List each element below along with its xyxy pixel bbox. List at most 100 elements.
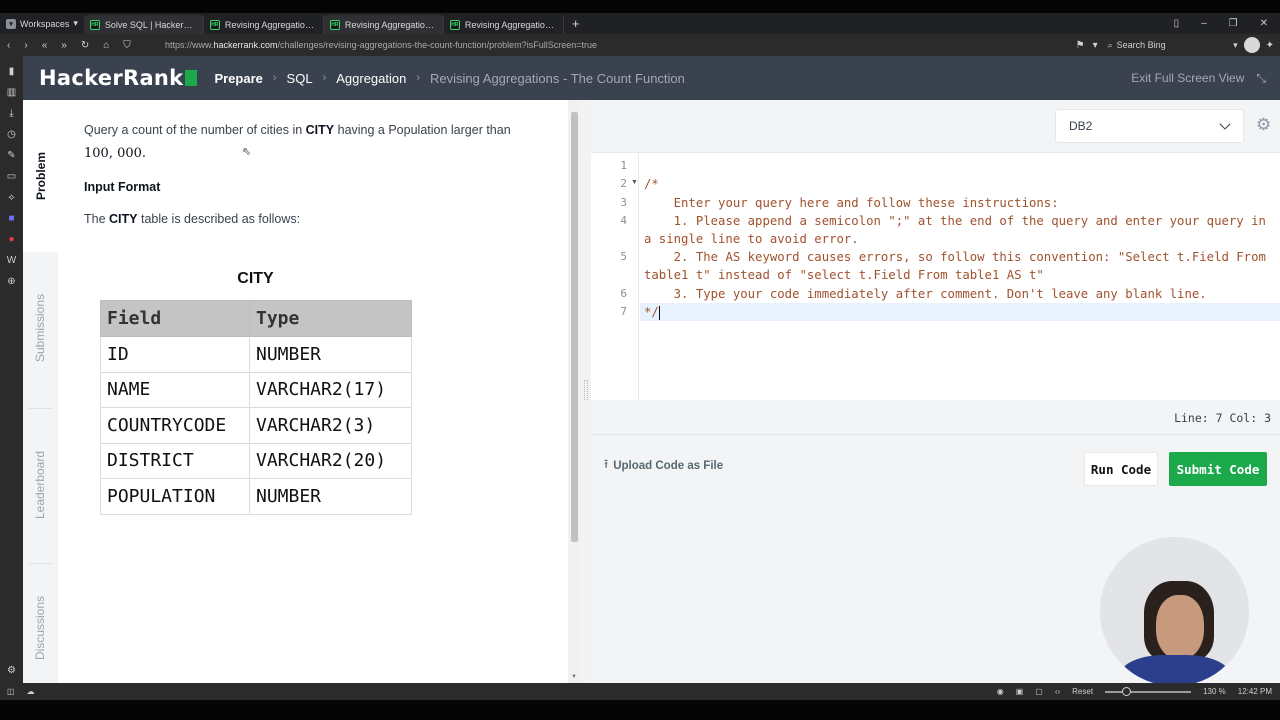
city-schema-table: Field Type ID NUMBER NAME VARCHAR2(17) C… xyxy=(100,300,412,515)
text-cursor xyxy=(658,305,660,320)
mastodon-icon[interactable]: ■ xyxy=(6,213,18,225)
logo-square xyxy=(185,70,198,86)
problem-scrollbar[interactable]: ▼ xyxy=(568,100,581,683)
field-cell: NAME xyxy=(100,371,250,408)
tab-problem-active[interactable]: Problem xyxy=(23,100,58,252)
chevron-down-icon xyxy=(1219,118,1231,130)
tab-submissions-link[interactable]: Submissions xyxy=(23,258,58,398)
skip-forward-icon[interactable]: » xyxy=(61,40,67,51)
url-field[interactable]: https://www.hackerrank.com/challenges/re… xyxy=(165,40,1076,50)
workspaces-button[interactable]: ▾ Workspaces ▾ xyxy=(0,13,84,34)
editor-status-bar: Line: 7 Col: 3 xyxy=(591,400,1280,435)
shield-icon[interactable]: ⛉ xyxy=(123,40,131,51)
line-number: 2 xyxy=(620,177,627,190)
scrollbar-thumb[interactable] xyxy=(571,112,578,542)
window-icon[interactable]: ▭ xyxy=(6,171,18,183)
gear-icon[interactable]: ⚙ xyxy=(1256,116,1271,134)
zoom-slider-knob[interactable] xyxy=(1122,686,1132,696)
threshold-value: 100, 000. xyxy=(84,146,147,161)
type-cell: VARCHAR2(17) xyxy=(249,371,412,408)
zoom-reset-button[interactable]: Reset xyxy=(1072,687,1093,696)
breadcrumb-sql[interactable]: SQL xyxy=(287,71,313,86)
panel-toggle-icon[interactable]: ◫ xyxy=(7,687,15,696)
code-editor[interactable]: 1 2 ▼ 3 4 5 6 7 /* Enter your query here… xyxy=(591,152,1280,401)
scroll-down-icon[interactable]: ▼ xyxy=(571,674,577,680)
tab-actions-icon[interactable]: ▯ xyxy=(1174,18,1180,29)
upload-code-button[interactable]: ⭱ Upload Code as File xyxy=(604,455,723,476)
fold-icon[interactable]: ▼ xyxy=(631,179,638,186)
minimize-icon[interactable]: – xyxy=(1201,18,1207,29)
hackerrank-favicon-icon: HR xyxy=(89,19,100,30)
cloud-icon[interactable]: ☁ xyxy=(27,687,35,696)
chevron-right-icon: › xyxy=(322,72,327,84)
line-number: 4 xyxy=(620,214,627,227)
extensions-icon[interactable]: ✦ xyxy=(1266,40,1274,51)
clock: 12:42 PM xyxy=(1237,687,1272,696)
bookmarks-icon[interactable]: ▮ xyxy=(6,66,18,78)
exit-fullscreen-link[interactable]: Exit Full Screen View xyxy=(1131,71,1244,85)
statement-pre: Query a count of the number of cities in xyxy=(84,123,306,137)
column-header: Field xyxy=(100,300,250,337)
browser-tab-bar: ▾ Workspaces ▾ HR Solve SQL | HackerRank… xyxy=(0,13,1280,34)
tab-leaderboard-link[interactable]: Leaderboard xyxy=(23,415,58,555)
browser-sidebar: ▮ ▥ ⤓ ◷ ✎ ▭ ⟡ ■ ● W ⊕ ⚙ xyxy=(0,56,23,683)
input-format-heading: Input Format xyxy=(84,180,161,194)
browser-tab-1[interactable]: HR Solve SQL | HackerRank xyxy=(83,15,204,34)
back-icon[interactable]: ‹ xyxy=(7,40,10,51)
breadcrumb: Prepare › SQL › Aggregation › Revising A… xyxy=(214,71,684,86)
browser-status-bar: ◫ ☁ ◉ ▣ ▢ ‹› Reset 130 % 12:42 PM xyxy=(0,683,1280,700)
capture-icon[interactable]: ◉ xyxy=(997,687,1004,696)
reload-icon[interactable]: ↻ xyxy=(81,40,89,51)
restore-icon[interactable]: ❐ xyxy=(1229,18,1238,29)
run-code-button[interactable]: Run Code xyxy=(1084,452,1158,486)
notes-icon[interactable]: ✎ xyxy=(6,150,18,162)
hackerrank-favicon-icon: HR xyxy=(209,19,220,30)
search-box[interactable]: ⌕ Search Bing ▾ xyxy=(1108,40,1238,51)
webcam-shirt xyxy=(1120,655,1230,686)
language-select[interactable]: DB2 xyxy=(1055,109,1244,143)
home-icon[interactable]: ⌂ xyxy=(103,40,109,51)
pane-splitter[interactable] xyxy=(581,100,591,683)
hackerrank-logo[interactable]: HackerRank xyxy=(39,66,198,90)
translate-icon[interactable]: ⟡ xyxy=(6,192,18,204)
bookmark-icon[interactable]: ⚑ xyxy=(1076,40,1085,51)
browser-tab-4[interactable]: HR Revising Aggregations - Av xyxy=(444,15,564,34)
reading-list-icon[interactable]: ▥ xyxy=(6,87,18,99)
downloads-icon[interactable]: ⤓ xyxy=(6,108,18,120)
logo-text: HackerRank xyxy=(39,66,184,90)
address-bar: ‹ › « » ↻ ⌂ ⛉ https://www.hackerrank.com… xyxy=(0,34,1280,56)
history-icon[interactable]: ◷ xyxy=(6,129,18,141)
forward-icon[interactable]: › xyxy=(24,40,27,51)
profile-avatar[interactable] xyxy=(1243,37,1260,53)
skip-back-icon[interactable]: « xyxy=(42,40,48,51)
breadcrumb-aggregation[interactable]: Aggregation xyxy=(336,71,406,86)
search-dropdown-icon[interactable]: ▾ xyxy=(1233,40,1238,51)
tiling-icon[interactable]: ▢ xyxy=(1035,687,1043,696)
browser-tab-2[interactable]: HR Revising Aggregations - Th xyxy=(204,15,324,34)
bookmark-dropdown-icon[interactable]: ▾ xyxy=(1093,40,1098,51)
wikipedia-icon[interactable]: W xyxy=(6,255,18,267)
new-tab-icon[interactable]: + xyxy=(564,16,588,31)
nav-buttons: ‹ › « » ↻ ⌂ ⛉ xyxy=(0,40,165,51)
add-panel-icon[interactable]: ⊕ xyxy=(6,276,18,288)
mouse-cursor-icon: ⇖ xyxy=(242,146,252,158)
tab-discussions-link[interactable]: Discussions xyxy=(23,572,58,683)
splitter-grip[interactable] xyxy=(584,380,588,400)
breadcrumb-prepare[interactable]: Prepare xyxy=(214,71,262,86)
code-icon[interactable]: ‹› xyxy=(1055,687,1060,696)
settings-icon[interactable]: ⚙ xyxy=(6,665,18,677)
statement-table: CITY xyxy=(305,123,335,137)
image-icon[interactable]: ▣ xyxy=(1016,687,1024,696)
browser-tab-3[interactable]: HR Revising Aggregations - Th xyxy=(323,15,444,34)
table-header-row: Field Type xyxy=(100,300,412,337)
vivaldi-icon[interactable]: ● xyxy=(6,234,18,246)
language-bar: DB2 ⚙ xyxy=(591,100,1280,152)
line-number: 5 xyxy=(620,250,627,263)
tab-title: Revising Aggregations - Th xyxy=(344,19,437,30)
zoom-slider[interactable] xyxy=(1105,686,1192,696)
url-path: /challenges/revising-aggregations-the-co… xyxy=(277,40,597,50)
submit-code-button[interactable]: Submit Code xyxy=(1169,452,1267,486)
field-cell: DISTRICT xyxy=(100,442,250,479)
collapse-icon[interactable]: ⤡ xyxy=(1256,71,1266,86)
close-icon[interactable]: ✕ xyxy=(1260,18,1268,29)
